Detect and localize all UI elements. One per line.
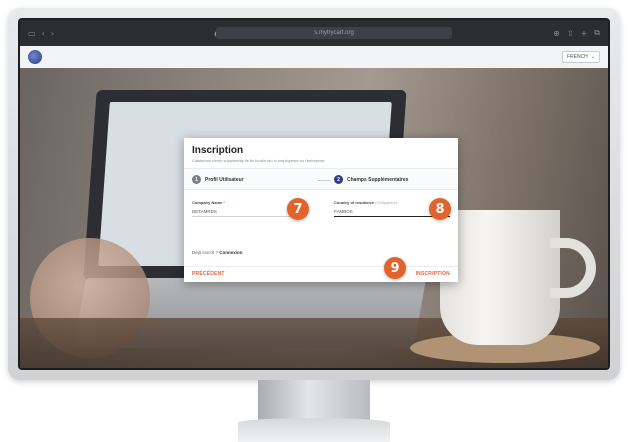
step-2-label: Champs Supplémentaires (347, 176, 409, 183)
login-prompt-text: Déjà inscrit ? (192, 250, 219, 255)
modal-footer: PRÉCÉDENT INSCRIPTION (184, 266, 458, 282)
address-url: s.mytrycart.org (314, 30, 354, 36)
screen: ▭ ‹ › ◐ s.mytrycart.org ⊕ ⇧ + ⧉ (20, 20, 608, 368)
download-icon[interactable]: ⊕ (553, 29, 560, 38)
country-value: FAMBOS (334, 209, 353, 214)
monitor-bezel: ▭ ‹ › ◐ s.mytrycart.org ⊕ ⇧ + ⧉ (18, 18, 610, 370)
browser-right-icons: ⊕ ⇧ + ⧉ (553, 20, 600, 46)
browser-toolbar: ▭ ‹ › ◐ s.mytrycart.org ⊕ ⇧ + ⧉ (20, 20, 608, 46)
login-link[interactable]: Connexion (219, 250, 242, 255)
login-prompt: Déjà inscrit ? Connexion (192, 250, 243, 255)
app-header: FRENCH ⌄ (20, 46, 608, 68)
callout-9: 9 (384, 257, 406, 279)
coffee-cup-graphic (440, 210, 560, 345)
forward-icon[interactable]: › (51, 29, 54, 38)
tabs-icon[interactable]: ⧉ (594, 28, 600, 38)
registration-modal: Inscription Ciasteprus nemo supplmenty l… (184, 138, 458, 282)
callout-8: 8 (429, 198, 451, 220)
required-mark: * (223, 200, 225, 205)
country-label-text: Country of residence (334, 200, 375, 205)
modal-subtitle: Ciasteprus nemo supplmenty lis fin tourl… (192, 158, 326, 163)
sidebar-icon[interactable]: ▭ (28, 29, 36, 38)
company-name-value: DETAMRDS (192, 209, 217, 214)
step-2-number: 2 (334, 175, 343, 184)
monitor-stand-base (238, 418, 390, 442)
language-label: FRENCH (566, 54, 588, 60)
step-1[interactable]: 1 Profil Utilisateur (192, 175, 244, 184)
step-2[interactable]: 2 Champs Supplémentaires (334, 175, 408, 184)
submit-button[interactable]: INSCRIPTION (416, 271, 450, 277)
previous-button[interactable]: PRÉCÉDENT (192, 271, 225, 277)
callout-7: 7 (287, 198, 309, 220)
language-selector[interactable]: FRENCH ⌄ (561, 51, 600, 63)
company-name-label: Company Name * (192, 200, 225, 205)
company-name-label-text: Company Name (192, 200, 223, 205)
step-1-label: Profil Utilisateur (205, 176, 244, 183)
app-logo[interactable] (28, 50, 42, 64)
step-1-number: 1 (192, 175, 201, 184)
country-optional-text: (Obligatoire) (375, 200, 398, 205)
new-tab-icon[interactable]: + (581, 29, 588, 38)
monitor: ▭ ‹ › ◐ s.mytrycart.org ⊕ ⇧ + ⧉ (8, 8, 620, 380)
cup-handle-graphic (550, 238, 596, 298)
share-icon[interactable]: ⇧ (567, 29, 574, 38)
address-bar[interactable]: s.mytrycart.org (216, 27, 452, 39)
chevron-down-icon: ⌄ (590, 54, 595, 60)
modal-title: Inscription (192, 145, 244, 156)
stage: ▭ ‹ › ◐ s.mytrycart.org ⊕ ⇧ + ⧉ (0, 0, 628, 442)
step-connector (318, 180, 330, 181)
country-label: Country of residence (Obligatoire) (334, 200, 397, 205)
back-icon[interactable]: ‹ (42, 29, 45, 38)
stepper: 1 Profil Utilisateur 2 Champs Supplément… (184, 168, 458, 190)
company-name-input[interactable]: DETAMRDS (192, 207, 300, 217)
